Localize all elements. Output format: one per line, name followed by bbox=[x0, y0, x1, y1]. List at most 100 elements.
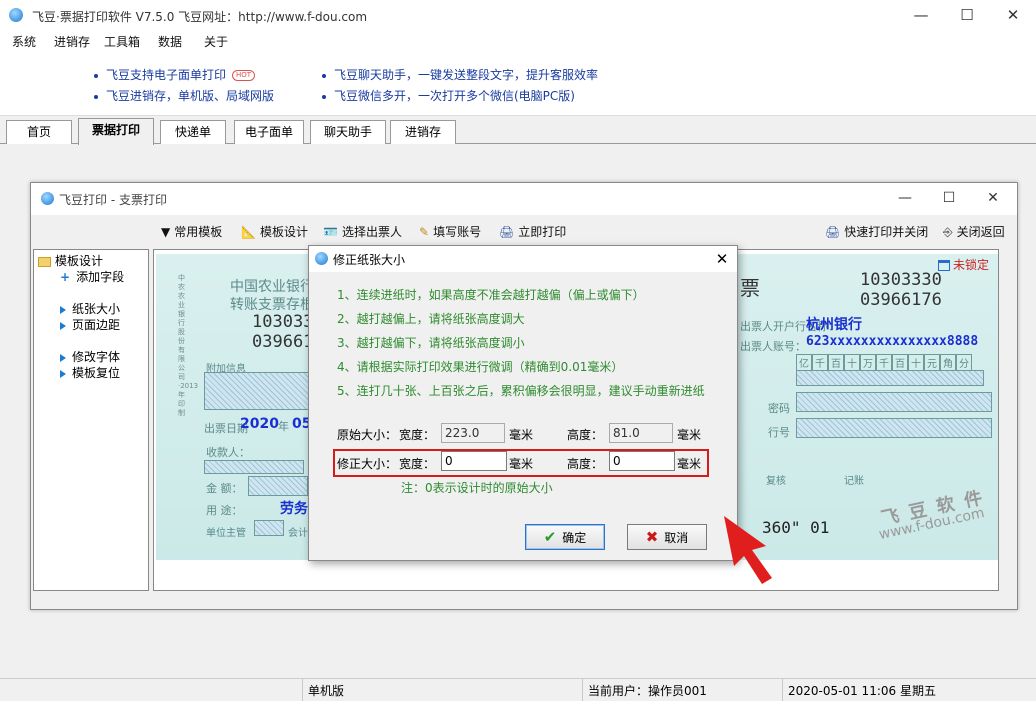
check-hatch-field bbox=[254, 520, 284, 536]
template-design-button[interactable]: 📐 模板设计 bbox=[241, 223, 308, 240]
dialog-close-button[interactable]: ✕ bbox=[707, 246, 737, 272]
menu-data[interactable]: 数据 bbox=[158, 33, 182, 50]
check-review-label: 复核 bbox=[766, 476, 786, 487]
digit-cell: 万 bbox=[860, 354, 876, 371]
inner-maximize-button[interactable]: ☐ bbox=[927, 183, 971, 215]
inner-minimize-button[interactable]: — bbox=[883, 183, 927, 215]
check-number-right-1: 10303330 bbox=[860, 270, 942, 290]
menu-inventory[interactable]: 进销存 bbox=[54, 33, 90, 50]
fixed-height-input[interactable]: 0 bbox=[609, 451, 675, 471]
unit-label: 毫米 bbox=[509, 428, 534, 442]
original-height-field: 81.0 bbox=[609, 423, 673, 443]
check-digit-row: 亿千百十万千百十元角分 bbox=[796, 354, 972, 371]
check-title-right: 票 bbox=[740, 276, 760, 300]
ruler-icon: 📐 bbox=[241, 225, 256, 239]
check-number-right-2: 03966176 bbox=[860, 290, 942, 310]
digit-cell: 千 bbox=[812, 354, 828, 371]
digit-cell: 角 bbox=[940, 354, 956, 371]
digit-cell: 十 bbox=[844, 354, 860, 371]
unit-label: 毫米 bbox=[509, 457, 534, 471]
promo-link-wechat[interactable]: 飞豆微信多开，一次打开多个微信(电脑PC版) bbox=[322, 87, 575, 104]
check-bookkeep-label: 记账 bbox=[844, 476, 864, 487]
tree-node-page-margin[interactable]: 页面边距 bbox=[60, 316, 120, 333]
template-tree: 模板设计 + 添加字段 纸张大小 页面边距 修改字体 模板复位 bbox=[33, 249, 149, 591]
tab-bill-print[interactable]: 票据打印 bbox=[78, 118, 154, 145]
common-templates-button[interactable]: ▼ 常用模板 bbox=[161, 223, 222, 240]
menu-about[interactable]: 关于 bbox=[204, 33, 228, 50]
plus-icon: + bbox=[60, 270, 71, 284]
quick-print-close-button[interactable]: 🖨 快速打印并关闭 bbox=[825, 223, 928, 240]
check-payer-bank: 杭州银行 bbox=[806, 317, 862, 333]
printer-icon: 🖨 bbox=[825, 225, 841, 239]
check-hatch-field bbox=[796, 370, 984, 386]
width-label: 宽度： bbox=[399, 428, 436, 442]
digit-cell: 十 bbox=[908, 354, 924, 371]
id-card-icon: 🪪 bbox=[323, 225, 338, 239]
check-icon: ✔ bbox=[543, 528, 557, 546]
menu-toolbox[interactable]: 工具箱 bbox=[104, 33, 140, 50]
digit-cell: 元 bbox=[924, 354, 940, 371]
promo-link-waybill[interactable]: 飞豆支持电子面单打印 HOT bbox=[94, 66, 256, 83]
check-password-label: 密码 bbox=[768, 402, 790, 415]
app-logo-icon bbox=[41, 192, 54, 205]
check-accountant-label: 会计 bbox=[288, 528, 308, 539]
tip-2: 2、越打越偏上，请将纸张高度调大 bbox=[337, 312, 525, 326]
maximize-button[interactable]: ☐ bbox=[944, 0, 990, 32]
status-datetime: 2020-05-01 11:06 星期五 bbox=[788, 684, 936, 698]
tab-inventory[interactable]: 进销存 bbox=[390, 120, 456, 144]
inner-close-button[interactable]: ✕ bbox=[971, 183, 1015, 215]
tab-home[interactable]: 首页 bbox=[6, 120, 72, 144]
check-amount-label: 金 额： bbox=[206, 482, 243, 495]
check-supervisor-label: 单位主管 bbox=[206, 528, 246, 539]
tip-5: 5、连打几十张、上百张之后，累积偏移会很明显，建议手动重新进纸 bbox=[337, 384, 705, 398]
width-label: 宽度： bbox=[399, 457, 436, 471]
cancel-button[interactable]: ✖ 取消 bbox=[627, 524, 707, 550]
close-return-button[interactable]: ⎆ 关闭返回 bbox=[943, 223, 1005, 240]
fill-account-button[interactable]: ✎ 填写账号 bbox=[419, 223, 481, 240]
tree-node-paper-size[interactable]: 纸张大小 bbox=[60, 300, 120, 317]
print-now-button[interactable]: 🖨 立即打印 bbox=[499, 223, 566, 240]
dialog-title-bar: 修正纸张大小 ✕ bbox=[309, 246, 737, 272]
tip-4: 4、请根据实际打印效果进行微调（精确到0.01毫米） bbox=[337, 360, 624, 374]
toolbar: ▼ 常用模板 📐 模板设计 🪪 选择出票人 ✎ 填写账号 🖨 立即打印 🖨 快速打印并关闭 … bbox=[31, 219, 1017, 245]
ok-button[interactable]: ✔ 确定 bbox=[525, 524, 605, 550]
promo-bar: 飞豆支持电子面单打印 HOT 飞豆进销存，单机版、局域网版 飞豆聊天助手，一键发送… bbox=[0, 52, 1036, 116]
status-edition: 单机版 bbox=[308, 684, 345, 698]
app-logo-icon bbox=[315, 252, 328, 265]
check-payer-account: 623xxxxxxxxxxxxxxx8888 bbox=[806, 334, 979, 349]
folder-icon bbox=[38, 256, 51, 267]
digit-cell: 千 bbox=[876, 354, 892, 371]
inner-window-title: 飞豆打印 - 支票打印 bbox=[59, 193, 167, 207]
close-button[interactable]: ✕ bbox=[990, 0, 1036, 32]
menu-system[interactable]: 系统 bbox=[12, 33, 36, 50]
minimize-button[interactable]: — bbox=[898, 0, 944, 32]
title-bar: 飞豆·票据打印软件 V7.5.0 飞豆网址：http://www.f-dou.c… bbox=[0, 0, 1036, 32]
check-bank-name: 中国农业银行 bbox=[230, 279, 314, 295]
tree-node-add-field[interactable]: + 添加字段 bbox=[60, 268, 124, 285]
tab-chat-assistant[interactable]: 聊天助手 bbox=[310, 120, 386, 144]
window-title: 飞豆·票据打印软件 V7.5.0 飞豆网址：http://www.f-dou.c… bbox=[32, 10, 368, 24]
tab-e-waybill[interactable]: 电子面单 bbox=[234, 120, 304, 144]
check-side-text: 中农农业银行股份有限公司·2013年印制 bbox=[178, 274, 199, 417]
tab-express[interactable]: 快递单 bbox=[160, 120, 226, 144]
printer-icon: 🖨 bbox=[499, 225, 515, 239]
unlocked-indicator[interactable]: 未锁定 bbox=[938, 256, 989, 273]
fixed-width-input[interactable]: 0 bbox=[441, 451, 507, 471]
x-icon: ✖ bbox=[645, 528, 659, 546]
check-usage-label: 用 途： bbox=[206, 504, 243, 517]
check-payer-account-label: 出票人账号： bbox=[740, 340, 806, 353]
status-bar: 单机版 当前用户：操作员001 2020-05-01 11:06 星期五 bbox=[0, 678, 1036, 701]
promo-link-chat[interactable]: 飞豆聊天助手，一键发送整段文字，提升客服效率 bbox=[322, 66, 598, 83]
pointer-arrow-icon bbox=[724, 516, 772, 584]
promo-link-inventory[interactable]: 飞豆进销存，单机版、局域网版 bbox=[94, 87, 274, 104]
check-hatch-field bbox=[204, 460, 304, 474]
tree-node-font[interactable]: 修改字体 bbox=[60, 348, 120, 365]
app-logo-icon bbox=[9, 8, 23, 22]
tree-node-template-design[interactable]: 模板设计 bbox=[38, 252, 103, 269]
inner-title-bar: 飞豆打印 - 支票打印 — ☐ ✕ bbox=[31, 183, 1017, 215]
pencil-icon: ✎ bbox=[419, 225, 430, 239]
tree-node-reset[interactable]: 模板复位 bbox=[60, 364, 120, 381]
check-hatch-field bbox=[204, 372, 314, 410]
select-issuer-button[interactable]: 🪪 选择出票人 bbox=[323, 223, 402, 240]
digit-cell: 百 bbox=[828, 354, 844, 371]
